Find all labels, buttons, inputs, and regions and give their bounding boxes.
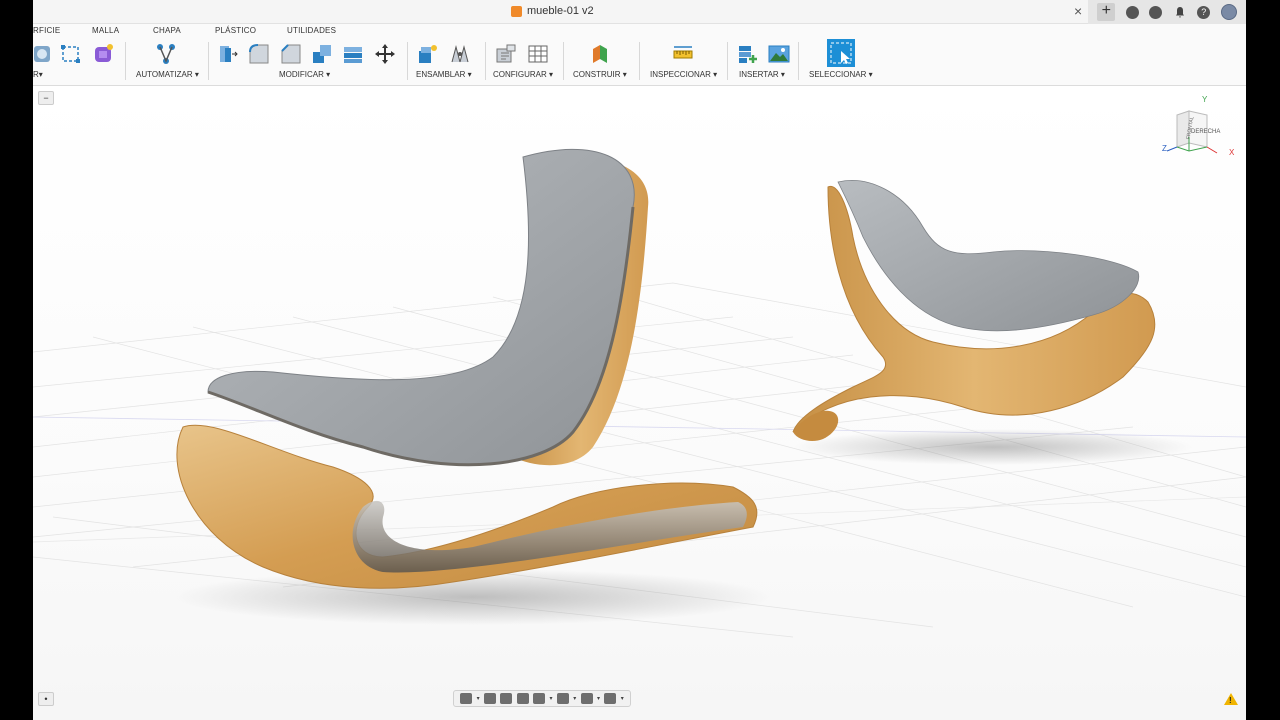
pan-hand-icon[interactable] <box>500 693 513 704</box>
right-chair-shadow <box>793 429 1193 465</box>
display-settings-icon[interactable] <box>556 693 569 704</box>
ribbon-separator <box>407 42 408 80</box>
shell-icon[interactable] <box>342 43 364 65</box>
group-inspeccionar-label[interactable]: INSPECCIONAR ▾ <box>650 70 717 79</box>
viewports-icon[interactable] <box>604 693 617 704</box>
joint-icon[interactable] <box>449 43 471 65</box>
group-insertar-label[interactable]: INSERTAR ▾ <box>739 70 785 79</box>
group-construir-label[interactable]: CONSTRUIR ▾ <box>573 70 627 79</box>
orbit-dropdown-icon[interactable]: ▾ <box>477 695 480 702</box>
grid-settings-icon[interactable] <box>580 693 593 704</box>
help-icon[interactable]: ? <box>1197 5 1211 19</box>
notifications-icon[interactable] <box>1173 5 1187 19</box>
scene-canvas <box>33 148 1246 638</box>
group-seleccionar-label[interactable]: SELECCIONAR ▾ <box>809 70 873 79</box>
tab-superficie[interactable]: RFICIE <box>33 26 60 35</box>
document-title: mueble-01 v2 <box>527 5 594 17</box>
axis-z-label: Z <box>1162 144 1167 153</box>
zoom-icon[interactable] <box>516 693 529 704</box>
document-cube-icon <box>511 5 522 17</box>
select-icon[interactable] <box>827 39 855 67</box>
group-create-label[interactable]: R▾ <box>33 70 43 79</box>
ribbon-separator <box>563 42 564 80</box>
display-dropdown-icon[interactable]: ▾ <box>573 695 576 702</box>
orbit-icon[interactable] <box>460 693 473 704</box>
left-letterbox <box>0 0 33 720</box>
title-bar: mueble-01 v2 × + ? <box>33 0 1246 24</box>
grid-dropdown-icon[interactable]: ▾ <box>597 695 600 702</box>
tab-utilidades[interactable]: UTILIDADES <box>287 26 336 35</box>
fillet-icon[interactable] <box>248 43 270 65</box>
mesh-form-icon[interactable] <box>93 43 115 65</box>
ribbon-separator <box>727 42 728 80</box>
group-configurar-label[interactable]: CONFIGURAR ▾ <box>493 70 553 79</box>
tab-malla[interactable]: MALLA <box>92 26 119 35</box>
new-component-icon[interactable] <box>417 43 439 65</box>
browser-collapse-button[interactable]: − <box>38 91 54 105</box>
navigation-bar: ▾ ▾ ▾ ▾ ▾ <box>453 690 631 707</box>
group-modificar-label[interactable]: MODIFICAR ▾ <box>279 70 330 79</box>
construct-plane-icon[interactable] <box>590 43 612 65</box>
press-pull-icon[interactable] <box>217 43 239 65</box>
fit-dropdown-icon[interactable]: ▾ <box>549 695 552 702</box>
fusion-app-window: mueble-01 v2 × + ? RFICIE MALLA CHAPA PL… <box>33 0 1246 720</box>
ribbon-separator <box>485 42 486 80</box>
insert-image-icon[interactable] <box>768 43 790 65</box>
user-avatar[interactable] <box>1220 4 1237 20</box>
viewports-dropdown-icon[interactable]: ▾ <box>621 695 624 702</box>
ribbon-separator <box>798 42 799 80</box>
move-icon[interactable] <box>374 43 396 65</box>
group-ensamblar-label[interactable]: ENSAMBLAR ▾ <box>416 70 472 79</box>
automate-icon[interactable] <box>155 43 177 65</box>
fit-icon[interactable] <box>533 693 546 704</box>
job-status-icon[interactable] <box>1149 5 1163 19</box>
view-cube[interactable]: FRONTAL DERECHA Y X Z <box>1159 95 1234 159</box>
axis-x-label: X <box>1229 148 1235 157</box>
configuration-table-icon[interactable] <box>527 43 549 65</box>
extensions-icon[interactable] <box>1125 5 1139 19</box>
right-rocking-chair <box>792 180 1156 441</box>
combine-icon[interactable] <box>311 43 333 65</box>
tab-plastico[interactable]: PLÁSTICO <box>215 26 256 35</box>
chamfer-icon[interactable] <box>280 43 302 65</box>
document-tab[interactable]: mueble-01 v2 <box>511 5 594 17</box>
insert-derive-icon[interactable] <box>737 43 759 65</box>
view-cube-right-label[interactable]: DERECHA <box>1191 129 1220 135</box>
surface-tool-icon[interactable] <box>33 43 55 65</box>
group-automatizar-label[interactable]: AUTOMATIZAR ▾ <box>136 70 199 79</box>
left-rocking-chair <box>176 148 758 589</box>
ribbon-separator <box>639 42 640 80</box>
mesh-sketch-icon[interactable] <box>60 43 82 65</box>
new-tab-button[interactable]: + <box>1097 3 1116 21</box>
title-bar-actions: + ? <box>1088 0 1246 24</box>
ribbon-separator <box>208 42 209 80</box>
measure-icon[interactable] <box>672 43 694 65</box>
comments-collapse-button[interactable]: • <box>38 692 54 706</box>
right-letterbox <box>1246 0 1280 720</box>
close-tab-button[interactable]: × <box>1074 3 1082 19</box>
tab-chapa[interactable]: CHAPA <box>153 26 181 35</box>
3d-viewport[interactable]: FRONTAL DERECHA Y X Z − <box>33 87 1246 720</box>
warning-mark: ! <box>1229 696 1232 705</box>
toolbar-ribbon: RFICIE MALLA CHAPA PLÁSTICO UTILIDADES R… <box>33 24 1246 86</box>
look-at-icon[interactable] <box>483 693 496 704</box>
axis-y-label: Y <box>1202 95 1208 104</box>
parameters-icon[interactable] <box>495 43 517 65</box>
ribbon-separator <box>125 42 126 80</box>
